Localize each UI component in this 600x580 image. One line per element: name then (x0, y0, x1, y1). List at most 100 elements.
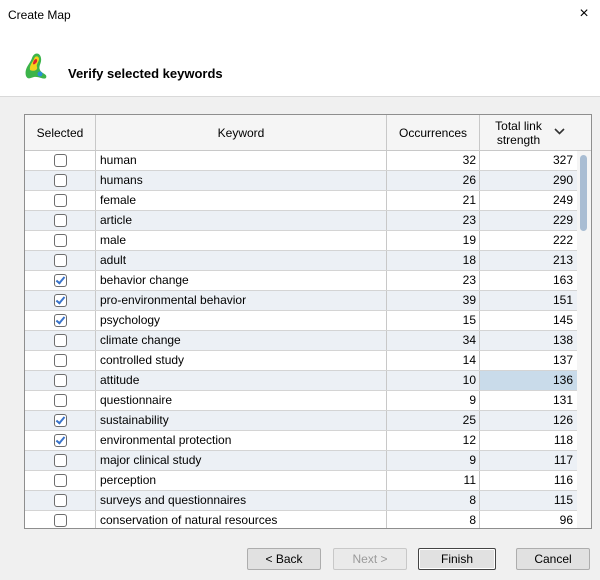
keyword-checkbox[interactable] (54, 254, 67, 267)
keyword-checkbox[interactable] (54, 194, 67, 207)
total-link-strength-cell[interactable]: 117 (480, 451, 577, 470)
total-link-strength-cell[interactable]: 126 (480, 411, 577, 430)
vosviewer-logo-icon (25, 53, 47, 79)
keyword-table: Selected Keyword Occurrences Total link … (24, 114, 592, 529)
table-row[interactable]: conservation of natural resources 8 96 (25, 511, 577, 528)
table-row[interactable]: humans 26 290 (25, 171, 577, 191)
sort-descending-icon (553, 126, 565, 140)
occurrences-cell: 15 (387, 311, 480, 330)
keyword-checkbox[interactable] (54, 214, 67, 227)
occurrences-cell: 9 (387, 451, 480, 470)
column-header-keyword[interactable]: Keyword (96, 115, 387, 150)
keyword-cell: major clinical study (96, 451, 387, 470)
table-row[interactable]: surveys and questionnaires 8 115 (25, 491, 577, 511)
window-title: Create Map (8, 8, 71, 22)
table-row[interactable]: human 32 327 (25, 151, 577, 171)
vertical-scrollbar[interactable] (577, 151, 591, 528)
total-link-strength-cell[interactable]: 163 (480, 271, 577, 290)
occurrences-cell: 26 (387, 171, 480, 190)
total-link-strength-cell[interactable]: 136 (480, 371, 577, 390)
selected-cell (25, 291, 96, 310)
wizard-buttons: < Back Next > Finish Cancel (0, 548, 600, 574)
total-link-strength-cell[interactable]: 137 (480, 351, 577, 370)
keyword-cell: environmental protection (96, 431, 387, 450)
table-row[interactable]: article 23 229 (25, 211, 577, 231)
table-row[interactable]: sustainability 25 126 (25, 411, 577, 431)
occurrences-cell: 21 (387, 191, 480, 210)
table-row[interactable]: pro-environmental behavior 39 151 (25, 291, 577, 311)
total-link-strength-cell[interactable]: 249 (480, 191, 577, 210)
keyword-checkbox[interactable] (54, 294, 67, 307)
keyword-checkbox[interactable] (54, 174, 67, 187)
keyword-checkbox[interactable] (54, 394, 67, 407)
keyword-checkbox[interactable] (54, 474, 67, 487)
keyword-cell: male (96, 231, 387, 250)
keyword-checkbox[interactable] (54, 514, 67, 527)
total-link-strength-cell[interactable]: 96 (480, 511, 577, 528)
selected-cell (25, 151, 96, 170)
selected-cell (25, 471, 96, 490)
total-link-strength-cell[interactable]: 118 (480, 431, 577, 450)
selected-cell (25, 431, 96, 450)
keyword-cell: attitude (96, 371, 387, 390)
keyword-cell: perception (96, 471, 387, 490)
table-row[interactable]: male 19 222 (25, 231, 577, 251)
column-header-occurrences[interactable]: Occurrences (387, 115, 480, 150)
keyword-cell: adult (96, 251, 387, 270)
total-link-strength-cell[interactable]: 229 (480, 211, 577, 230)
occurrences-cell: 25 (387, 411, 480, 430)
total-link-strength-cell[interactable]: 145 (480, 311, 577, 330)
selected-cell (25, 491, 96, 510)
table-row[interactable]: major clinical study 9 117 (25, 451, 577, 471)
scrollbar-thumb[interactable] (580, 155, 587, 231)
wizard-header: Verify selected keywords (0, 30, 600, 97)
total-link-strength-cell[interactable]: 290 (480, 171, 577, 190)
column-header-selected[interactable]: Selected (25, 115, 96, 150)
table-row[interactable]: adult 18 213 (25, 251, 577, 271)
finish-button[interactable]: Finish (418, 548, 496, 570)
table-row[interactable]: attitude 10 136 (25, 371, 577, 391)
keyword-checkbox[interactable] (54, 274, 67, 287)
next-button[interactable]: Next > (333, 548, 407, 570)
total-link-strength-cell[interactable]: 138 (480, 331, 577, 350)
column-header-total-link-strength[interactable]: Total link strength (480, 115, 574, 150)
keyword-cell: article (96, 211, 387, 230)
keyword-cell: questionnaire (96, 391, 387, 410)
table-row[interactable]: controlled study 14 137 (25, 351, 577, 371)
table-row[interactable]: environmental protection 12 118 (25, 431, 577, 451)
keyword-cell: psychology (96, 311, 387, 330)
keyword-checkbox[interactable] (54, 494, 67, 507)
keyword-cell: female (96, 191, 387, 210)
keyword-checkbox[interactable] (54, 334, 67, 347)
total-link-strength-cell[interactable]: 222 (480, 231, 577, 250)
total-link-strength-cell[interactable]: 327 (480, 151, 577, 170)
total-link-strength-cell[interactable]: 115 (480, 491, 577, 510)
selected-cell (25, 231, 96, 250)
keyword-checkbox[interactable] (54, 414, 67, 427)
table-row[interactable]: behavior change 23 163 (25, 271, 577, 291)
total-link-strength-cell[interactable]: 116 (480, 471, 577, 490)
total-link-strength-cell[interactable]: 151 (480, 291, 577, 310)
keyword-checkbox[interactable] (54, 234, 67, 247)
keyword-checkbox[interactable] (54, 314, 67, 327)
keyword-checkbox[interactable] (54, 434, 67, 447)
keyword-cell: sustainability (96, 411, 387, 430)
table-row[interactable]: perception 11 116 (25, 471, 577, 491)
table-row[interactable]: female 21 249 (25, 191, 577, 211)
occurrences-cell: 32 (387, 151, 480, 170)
close-icon[interactable]: × (574, 4, 594, 24)
cancel-button[interactable]: Cancel (516, 548, 590, 570)
total-link-strength-cell[interactable]: 213 (480, 251, 577, 270)
table-row[interactable]: questionnaire 9 131 (25, 391, 577, 411)
back-button[interactable]: < Back (247, 548, 321, 570)
keyword-cell: human (96, 151, 387, 170)
selected-cell (25, 191, 96, 210)
keyword-checkbox[interactable] (54, 354, 67, 367)
selected-cell (25, 331, 96, 350)
keyword-checkbox[interactable] (54, 154, 67, 167)
total-link-strength-cell[interactable]: 131 (480, 391, 577, 410)
keyword-checkbox[interactable] (54, 454, 67, 467)
table-row[interactable]: climate change 34 138 (25, 331, 577, 351)
keyword-checkbox[interactable] (54, 374, 67, 387)
table-row[interactable]: psychology 15 145 (25, 311, 577, 331)
